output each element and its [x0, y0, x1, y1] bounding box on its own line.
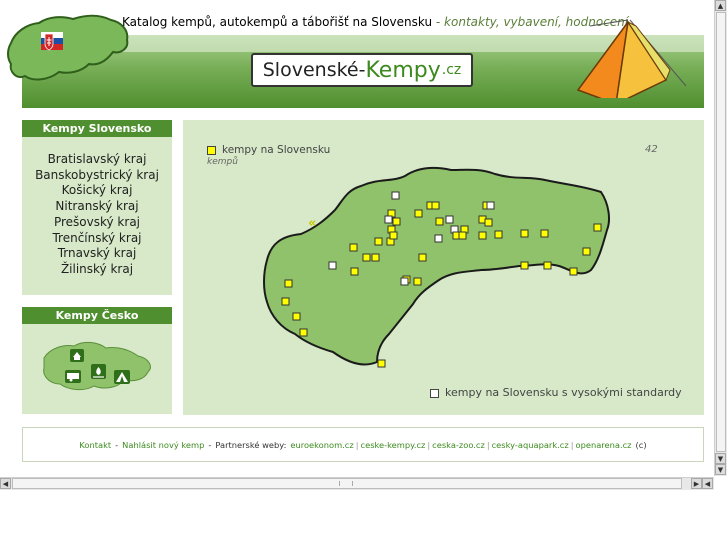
camp-marker[interactable] [484, 218, 493, 227]
camp-marker[interactable] [392, 217, 401, 226]
region-link-kosicky[interactable]: Košický kraj [22, 183, 172, 199]
high-standard-camp-marker[interactable] [384, 215, 393, 224]
footer: Kontakt - Nahlásit nový kemp - Partnersk… [22, 427, 704, 462]
high-standard-camp-marker[interactable] [391, 191, 400, 200]
scroll-down-button[interactable]: ▼ [715, 453, 726, 464]
high-standard-camp-marker[interactable] [486, 201, 495, 210]
logo-text-kempy: Kempy [365, 57, 441, 83]
footer-partner-link[interactable]: ceska-zoo.cz [432, 440, 485, 450]
camp-marker[interactable] [593, 223, 602, 232]
tagline-main: Katalog kempů, autokempů a tábořišť na S… [122, 15, 433, 29]
legend-high-standard: kempy na Slovensku s vysokými standardy [430, 386, 682, 399]
camp-marker[interactable] [349, 243, 358, 252]
footer-partner-link[interactable]: openarena.cz [576, 440, 632, 450]
vertical-scroll-thumb[interactable] [716, 12, 726, 452]
region-list: Bratislavský kraj Banskobystrický kraj K… [22, 152, 172, 278]
scroll-down-button-2[interactable]: ▼ [715, 464, 726, 475]
region-link-bratislavsky[interactable]: Bratislavský kraj [22, 152, 172, 168]
region-link-presovsky[interactable]: Prešovský kraj [22, 215, 172, 231]
sidebar-czech-title: Kempy Česko [22, 307, 172, 324]
scroll-right-button[interactable]: ▶ [691, 478, 702, 489]
camp-marker[interactable] [299, 328, 308, 337]
slovakia-logo-icon[interactable] [3, 10, 133, 90]
camp-marker[interactable] [435, 217, 444, 226]
camp-marker[interactable] [582, 247, 591, 256]
footer-sep: - [208, 439, 212, 450]
sidebar-slovakia: Kempy Slovensko Bratislavský kraj Bansko… [22, 120, 172, 295]
camp-marker[interactable] [494, 230, 503, 239]
footer-divider: | [570, 439, 574, 450]
logo-text-cz: .cz [441, 62, 462, 78]
sidebar-slovakia-title: Kempy Slovensko [22, 120, 172, 137]
high-standard-camp-marker[interactable] [445, 215, 454, 224]
footer-copyright: (c) [635, 439, 647, 450]
map-arrow-icon[interactable]: « [308, 216, 317, 231]
footer-contact-link[interactable]: Kontakt [79, 440, 111, 450]
camp-marker[interactable] [478, 231, 487, 240]
camp-marker[interactable] [389, 231, 398, 240]
high-standard-camp-marker[interactable] [434, 234, 443, 243]
czech-map-icon[interactable] [38, 338, 156, 394]
header-tagline: Katalog kempů, autokempů a tábořišť na S… [122, 15, 628, 29]
footer-divider: | [355, 439, 359, 450]
camp-marker[interactable] [458, 231, 467, 240]
camp-marker[interactable] [281, 297, 290, 306]
footer-divider: | [486, 439, 490, 450]
high-standard-camp-marker[interactable] [400, 277, 409, 286]
footer-partner-link[interactable]: ceske-kempy.cz [361, 440, 426, 450]
slovakia-map [263, 167, 610, 368]
region-link-trnavsky[interactable]: Trnavský kraj [22, 246, 172, 262]
region-link-nitransky[interactable]: Nitranský kraj [22, 199, 172, 215]
scroll-grip-icon [339, 481, 353, 486]
footer-partners-label: Partnerské weby: [215, 439, 287, 450]
camp-marker[interactable] [292, 312, 301, 321]
scroll-up-button[interactable]: ▲ [715, 0, 726, 11]
footer-partner-link[interactable]: cesky-aquapark.cz [492, 440, 569, 450]
region-link-zilinsky[interactable]: Žilinský kraj [22, 262, 172, 278]
camp-marker[interactable] [543, 261, 552, 270]
logo-text-left: Slovenské- [262, 59, 366, 81]
tent-icon [576, 19, 687, 98]
camp-marker[interactable] [418, 253, 427, 262]
camp-marker[interactable] [540, 229, 549, 238]
tagline-sep: - [432, 15, 445, 29]
footer-add-camp-link[interactable]: Nahlásit nový kemp [122, 440, 204, 450]
high-standard-marker-icon [430, 388, 439, 398]
camp-marker[interactable] [413, 277, 422, 286]
camp-marker[interactable] [350, 267, 359, 276]
camp-marker[interactable] [414, 209, 423, 218]
region-link-banskobystricky[interactable]: Banskobystrický kraj [22, 168, 172, 184]
site-logo[interactable]: Slovenské- Kempy .cz [251, 53, 473, 87]
camp-marker[interactable] [377, 359, 386, 368]
scroll-left-button[interactable]: ◀ [0, 478, 11, 489]
camp-marker[interactable] [284, 279, 293, 288]
camp-marker[interactable] [520, 261, 529, 270]
camp-marker[interactable] [431, 201, 440, 210]
high-standard-camp-marker[interactable] [328, 261, 337, 270]
footer-sep: - [115, 439, 119, 450]
scroll-left-button-2[interactable]: ◀ [702, 478, 713, 489]
footer-partner-link[interactable]: euroekonom.cz [290, 440, 353, 450]
camp-marker[interactable] [569, 267, 578, 276]
camp-marker[interactable] [371, 253, 380, 262]
legend-high-text: kempy na Slovensku s vysokými standardy [445, 386, 682, 399]
camp-marker[interactable] [362, 253, 371, 262]
footer-divider: | [427, 439, 431, 450]
camp-marker[interactable] [520, 229, 529, 238]
camp-marker[interactable] [374, 237, 383, 246]
region-link-trenciansky[interactable]: Trenčínský kraj [22, 231, 172, 247]
